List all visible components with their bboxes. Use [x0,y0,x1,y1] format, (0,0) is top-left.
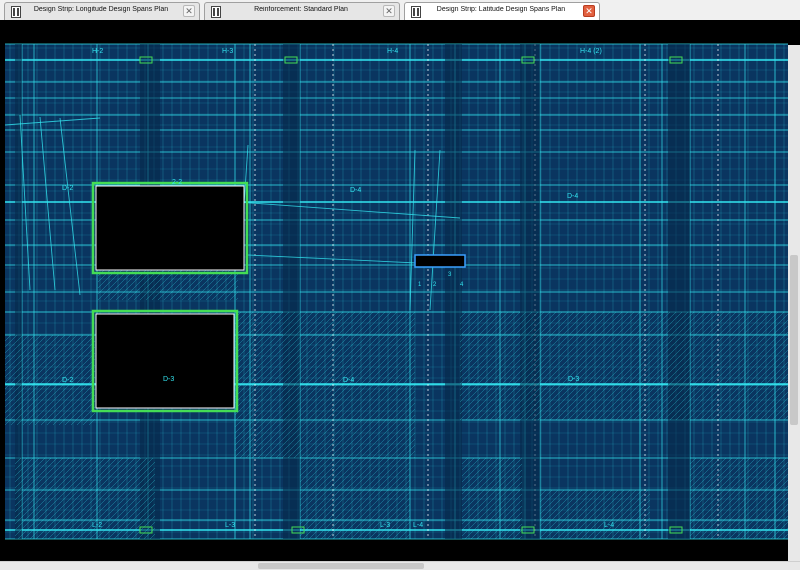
close-tab-button[interactable]: ✕ [183,5,195,17]
slab-opening [95,313,235,409]
tab-label: Design Strip: Latitude Design Spans Plan [436,6,566,13]
bottom-black-band [0,539,800,561]
vertical-scroll-thumb[interactable] [790,255,798,425]
column-strip-band [15,44,22,539]
column-strip-band [520,44,540,539]
strip-label: D-4 [350,187,361,194]
tab-label: Design Strip: Longitude Design Spans Pla… [33,6,169,13]
plan-view-icon [11,5,21,18]
column-strip-band [140,44,160,539]
strip-label: D-4 [343,377,354,384]
small-slab-opening [414,254,466,268]
horizontal-scroll-thumb[interactable] [258,563,424,569]
tab-longitude-design-spans-plan[interactable]: Design Strip: Longitude Design Spans Pla… [4,2,200,20]
design-strip-drawing[interactable]: H-2 H-3 H-4 H-4 (2) D-2 2-2 D-4 D-4 D-2 D-3 D-4 D-3… [0,20,800,561]
strip-label: 2-2 [172,179,182,186]
strip-label: H-2 [92,48,103,55]
hatch-line [5,335,6,336]
plan-view-canvas[interactable]: H-2 H-3 H-4 H-4 (2) D-2 2-2 D-4 D-4 D-2 D-3 D-4 D-3… [0,20,800,561]
strip-label: L-3 [380,522,390,529]
strip-label: L-4 [413,522,423,529]
strip-label: L-4 [604,522,614,529]
close-tab-button[interactable]: ✕ [583,5,595,17]
strip-label: L-3 [225,522,235,529]
strip-label: D-2 [62,185,73,192]
column-strip-band [445,44,462,539]
tab-latitude-design-spans-plan[interactable]: Design Strip: Latitude Design Spans Plan… [404,2,600,21]
strip-label: D-2 [62,377,73,384]
document-tab-bar: Design Strip: Longitude Design Spans Pla… [0,0,800,21]
close-tab-button[interactable]: ✕ [383,5,395,17]
strip-label: H-4 (2) [580,48,602,55]
column-strip-band [283,44,300,539]
tab-reinforcement-standard-plan[interactable]: Reinforcement: Standard Plan ✕ [204,2,400,20]
vertical-scrollbar[interactable] [788,45,800,561]
strip-label: D-3 [163,376,174,383]
strip-label: L-2 [92,522,102,529]
column-strip-band [668,44,690,539]
plan-view-icon [411,5,421,18]
strip-label: D-4 [567,193,578,200]
strip-label: H-4 [387,48,398,55]
strip-label: D-3 [568,376,579,383]
plan-view-icon [211,5,221,18]
slab-opening [95,185,245,271]
tab-label: Reinforcement: Standard Plan [254,6,348,13]
strip-label: H-3 [222,48,233,55]
top-black-band [0,20,800,44]
